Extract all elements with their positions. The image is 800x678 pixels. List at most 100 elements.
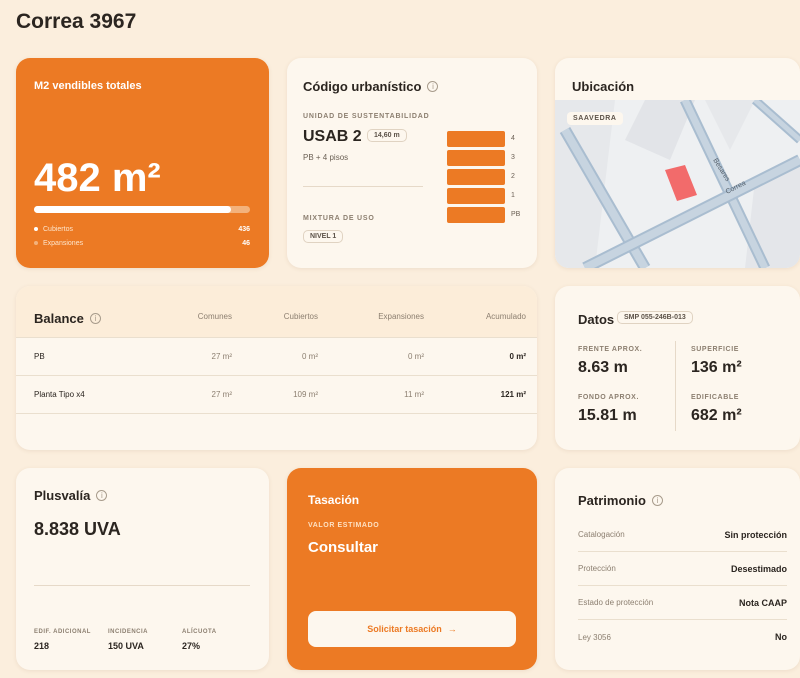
row-key: Ley 3056 <box>578 632 611 642</box>
row-value: Sin protección <box>724 529 787 540</box>
stat-label: EDIF. ADICIONAL <box>34 629 91 635</box>
info-icon[interactable]: i <box>89 313 101 324</box>
row-key: Estado de protección <box>578 598 654 607</box>
solicitar-tasacion-button[interactable]: Solicitar tasación → <box>308 611 516 647</box>
superficie-label: SUPERFICIE <box>691 346 740 353</box>
cell-comunes: 27 m² <box>211 352 232 361</box>
frente-label: FRENTE APROX. <box>578 346 643 353</box>
fondo-label: FONDO APROX. <box>578 394 639 401</box>
dot-icon <box>34 227 38 232</box>
info-icon[interactable]: i <box>427 81 439 92</box>
divider <box>34 585 250 586</box>
cell-expansiones: 11 m² <box>404 390 424 399</box>
cell-comunes: 27 m² <box>211 390 232 399</box>
m2-total-value: 482 m² <box>34 156 161 200</box>
list-item: Estado de protección Nota CAAP <box>578 586 787 620</box>
cell-acumulado: 0 m² <box>509 352 526 361</box>
balance-title-text: Balance <box>34 311 84 326</box>
dot-icon <box>34 241 38 246</box>
col-acumulado: Acumulado <box>485 312 526 321</box>
floor-box <box>447 131 505 147</box>
list-item: Catalogación Sin protección <box>578 518 787 552</box>
stat-value: 218 <box>34 641 50 651</box>
floor-block: 2 <box>447 169 527 185</box>
codigo-urbanistico-card: Código urbanístico i UNIDAD DE SUSTENTAB… <box>287 58 537 268</box>
stat-value: 27% <box>182 641 201 651</box>
floor-box <box>447 169 505 185</box>
floor-label: 1 <box>511 192 515 199</box>
mixtura-label: MIXTURA DE USO <box>303 215 375 222</box>
stat-value: 150 UVA <box>108 641 144 651</box>
usab-value: USAB 2 <box>303 128 362 145</box>
ubicacion-title: Ubicación <box>572 79 635 94</box>
floor-block: 4 <box>447 131 527 147</box>
balance-card: Balance i Comunes Cubiertos Expansiones … <box>16 286 537 450</box>
nivel-pill: NIVEL 1 <box>303 230 344 243</box>
floor-box <box>447 207 505 223</box>
plusvalia-title-text: Plusvalía <box>34 488 91 503</box>
info-icon[interactable]: i <box>96 490 108 501</box>
floor-label: 4 <box>511 135 515 142</box>
row-name: PB <box>34 352 45 361</box>
list-item: Ley 3056 No <box>578 620 787 654</box>
divider <box>303 186 423 187</box>
floor-diagram: 4 3 2 1 PB <box>447 131 527 226</box>
edificable-value: 682 m² <box>691 407 742 424</box>
floor-block: PB <box>447 207 527 223</box>
tasacion-value: Consultar <box>308 539 379 556</box>
tasacion-sub: VALOR ESTIMADO <box>308 522 380 529</box>
table-row: PB 27 m² 0 m² 0 m² 0 m² <box>16 338 537 376</box>
balance-header: Balance i Comunes Cubiertos Expansiones … <box>16 286 537 338</box>
arrow-right-icon: → <box>447 624 457 634</box>
codigo-title: Código urbanístico i <box>303 79 439 94</box>
stat-label: INCIDENCIA <box>108 629 149 635</box>
floor-label: 3 <box>511 154 515 161</box>
m2-vendibles-card: M2 vendibles totales 482 m² Cubiertos 43… <box>16 58 269 268</box>
row-name: Planta Tipo x4 <box>34 390 85 399</box>
cell-cubiertos: 109 m² <box>293 390 318 399</box>
info-icon[interactable]: i <box>651 495 663 506</box>
floor-box <box>447 150 505 166</box>
m2-row-value: 46 <box>242 240 250 247</box>
datos-card: Datos SMP 055-246B-013 FRENTE APROX. 8.6… <box>555 286 800 450</box>
button-label: Solicitar tasación <box>367 624 442 634</box>
frente-value: 8.63 m <box>578 359 628 376</box>
pisos-text: PB + 4 pisos <box>303 153 349 162</box>
smp-pill: SMP 055-246B-013 <box>617 311 693 324</box>
balance-title: Balance i <box>34 311 101 326</box>
plusvalia-value: 8.838 UVA <box>34 519 121 539</box>
height-pill: 14,60 m <box>367 129 407 142</box>
page-title: Correa 3967 <box>16 10 137 33</box>
location-map[interactable]: Besares Correa <box>555 100 800 268</box>
row-value: No <box>775 632 787 642</box>
m2-row-expansiones: Expansiones 46 <box>34 240 250 247</box>
row-value: Nota CAAP <box>738 597 787 608</box>
col-cubiertos: Cubiertos <box>283 312 318 321</box>
cell-cubiertos: 0 m² <box>302 352 318 361</box>
ubicacion-card: Ubicación Besares Correa SAAVEDRA <box>555 58 800 268</box>
datos-title: Datos <box>578 312 615 327</box>
patrimonio-card: Patrimonio i Catalogación Sin protección… <box>555 468 800 670</box>
table-row: Planta Tipo x4 27 m² 109 m² 11 m² 121 m² <box>16 376 537 414</box>
superficie-value: 136 m² <box>691 359 742 376</box>
floor-box <box>447 188 505 204</box>
col-comunes: Comunes <box>197 312 232 321</box>
row-value: Desestimado <box>730 563 787 574</box>
floor-label: 2 <box>511 173 515 180</box>
m2-row-label: Cubiertos <box>43 226 73 233</box>
cell-acumulado: 121 m² <box>500 390 526 399</box>
plusvalia-card: Plusvalía i 8.838 UVA EDIF. ADICIONAL 21… <box>16 468 269 670</box>
m2-progress-fill <box>34 206 231 213</box>
row-key: Catalogación <box>578 530 625 539</box>
edificable-label: EDIFICABLE <box>691 394 739 401</box>
floor-block: 3 <box>447 150 527 166</box>
m2-row-value: 436 <box>238 226 250 233</box>
divider <box>675 341 676 431</box>
neighborhood-badge: SAAVEDRA <box>567 112 623 125</box>
fondo-value: 15.81 m <box>578 407 637 424</box>
m2-row-label: Expansiones <box>43 240 84 247</box>
row-key: Protección <box>578 564 616 573</box>
m2-card-label: M2 vendibles totales <box>34 80 142 92</box>
floor-block: 1 <box>447 188 527 204</box>
plusvalia-title: Plusvalía i <box>34 488 108 503</box>
